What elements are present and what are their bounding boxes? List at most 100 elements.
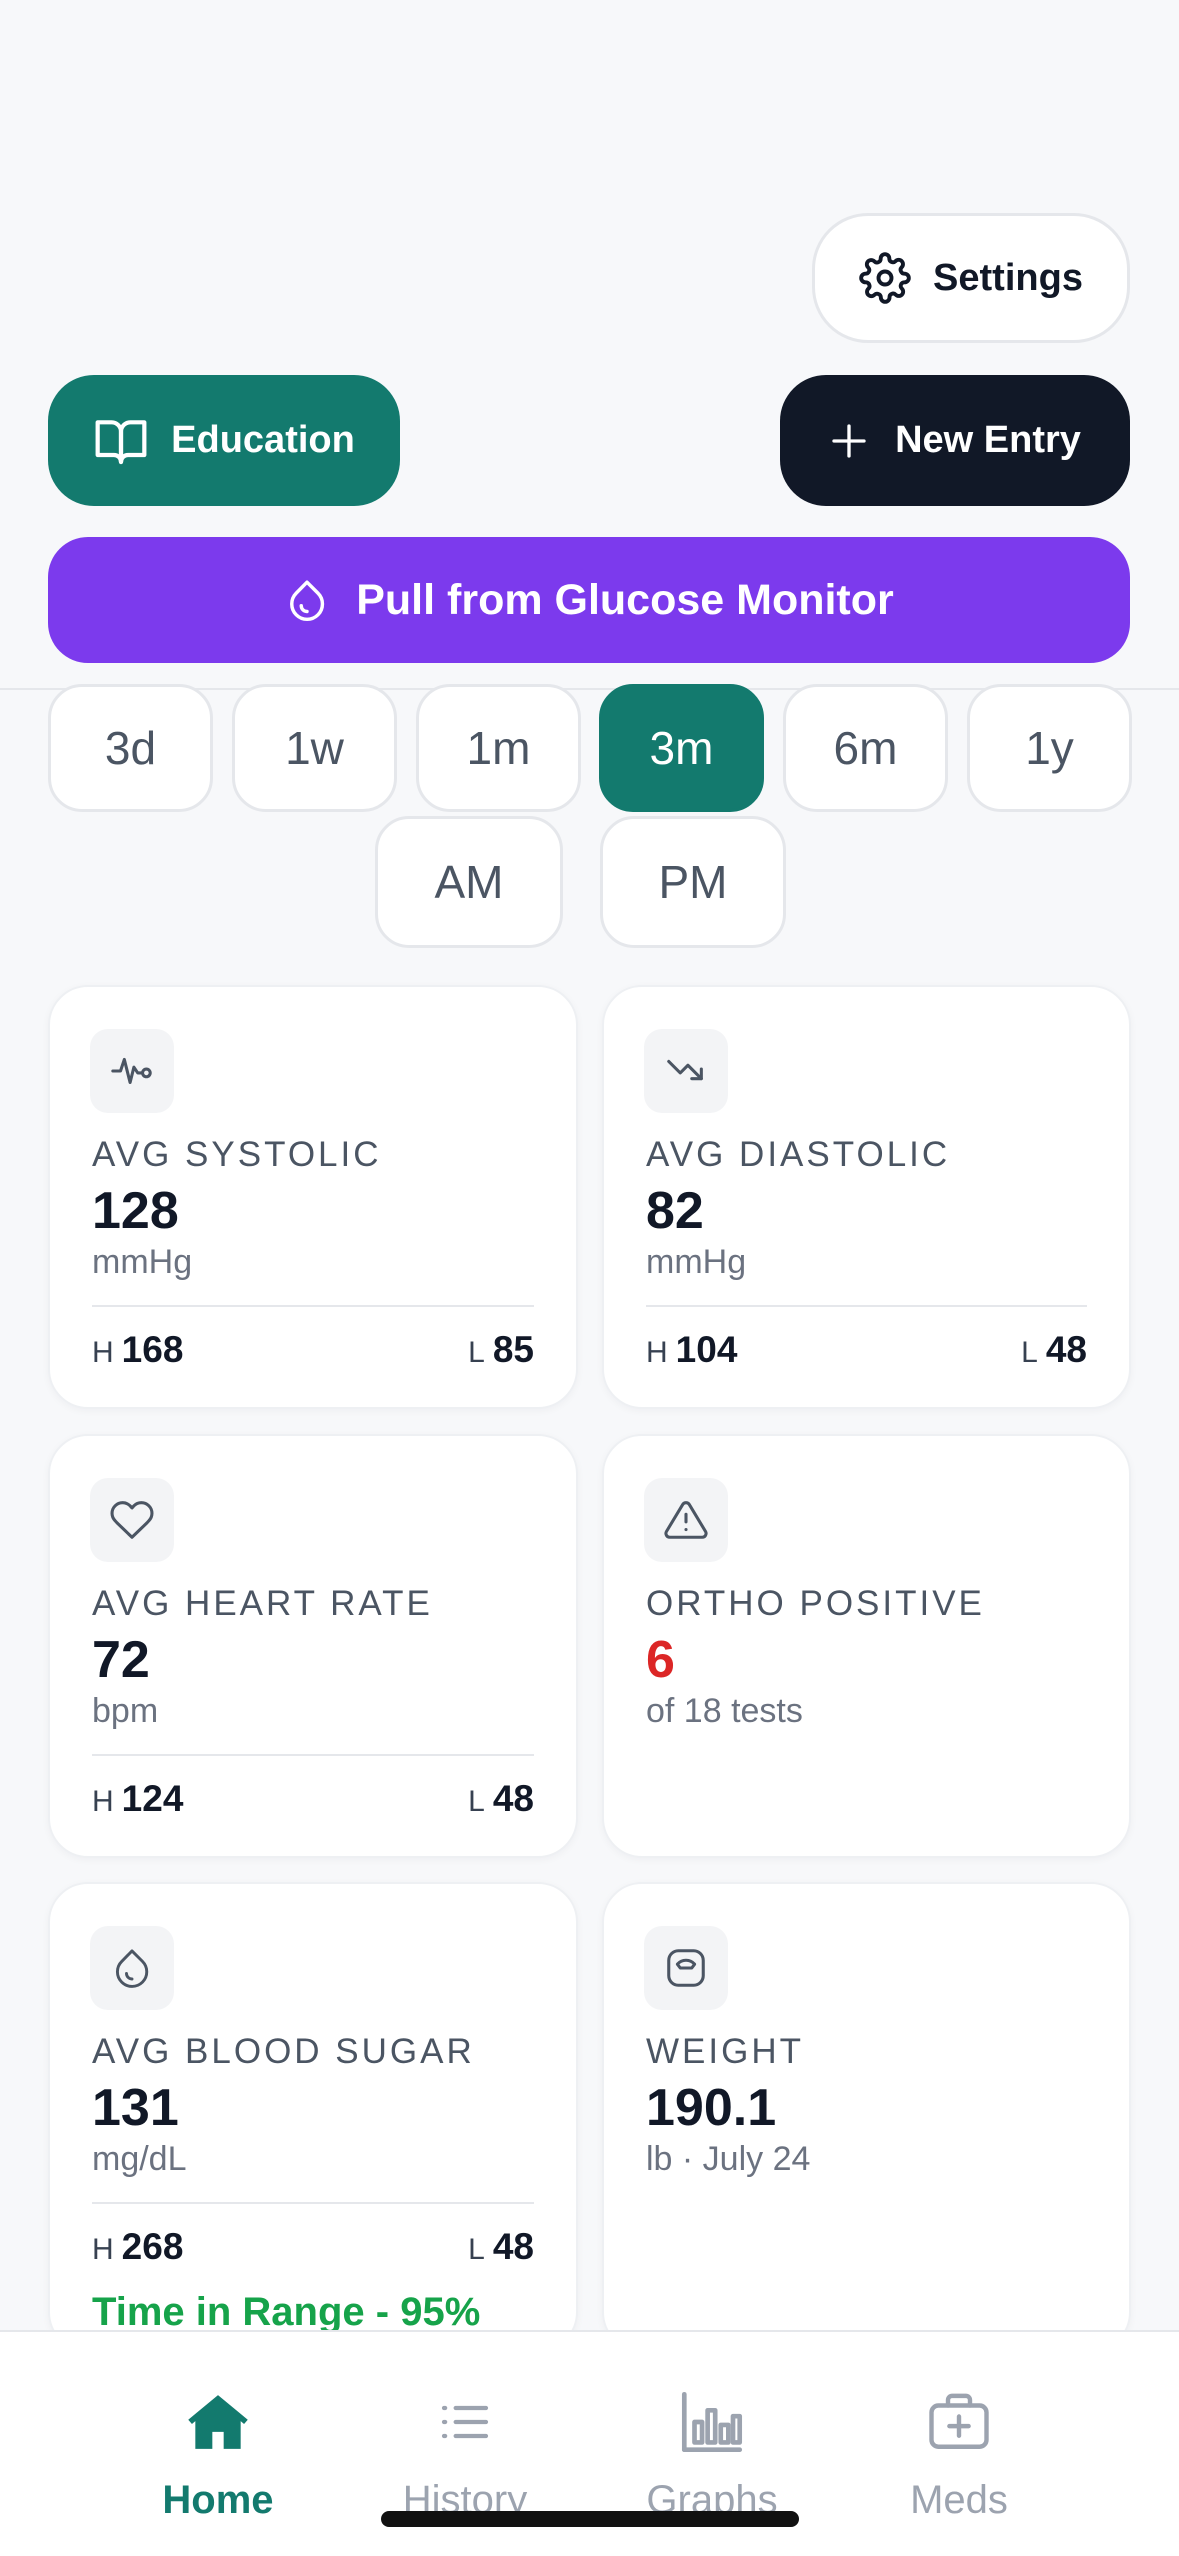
- range-chip-6m[interactable]: 6m: [783, 684, 948, 812]
- high-value: 104: [675, 1329, 738, 1370]
- new-entry-button[interactable]: New Entry: [780, 375, 1130, 506]
- card-label: AVG HEART RATE: [92, 1584, 433, 1623]
- pull-glucose-label: Pull from Glucose Monitor: [356, 575, 894, 624]
- icon-box: [644, 1926, 728, 2010]
- card-low: L 85: [468, 1329, 534, 1371]
- card-value: 131: [92, 2079, 179, 2137]
- range-chip-3d[interactable]: 3d: [48, 684, 213, 812]
- pull-glucose-button[interactable]: Pull from Glucose Monitor: [48, 537, 1130, 663]
- activity-icon: [111, 1057, 152, 1085]
- low-value: 48: [1045, 1329, 1087, 1370]
- card-high: H 104: [646, 1329, 737, 1371]
- low-key: L: [468, 1785, 485, 1818]
- stat-card-diastolic[interactable]: AVG DIASTOLIC 82 mmHg H 104 L 48: [602, 985, 1131, 1409]
- range-chip-3m[interactable]: 3m: [599, 684, 764, 812]
- range-chip-label: 1m: [466, 722, 531, 774]
- stat-card-weight[interactable]: WEIGHT 190.1 lb · July 24: [602, 1882, 1131, 2352]
- stat-card-ortho-positive[interactable]: ORTHO POSITIVE 6 of 18 tests: [602, 1434, 1131, 1858]
- high-key: H: [92, 2233, 114, 2266]
- list-icon: [441, 2405, 489, 2439]
- card-unit: lb · July 24: [646, 2140, 811, 2178]
- tab-label: Home: [162, 2478, 274, 2522]
- card-value: 82: [646, 1182, 704, 1240]
- card-value: 190.1: [646, 2079, 777, 2137]
- icon-box: [90, 1029, 174, 1113]
- stat-card-heart-rate[interactable]: AVG HEART RATE 72 bpm H 124 L 48: [48, 1434, 578, 1858]
- card-label: WEIGHT: [646, 2032, 804, 2071]
- high-value: 268: [121, 2226, 184, 2267]
- bar-chart-icon: [681, 2391, 743, 2453]
- range-chip-label: 1w: [285, 722, 344, 774]
- icon-box: [644, 1029, 728, 1113]
- card-unit: of 18 tests: [646, 1692, 803, 1730]
- stat-card-blood-sugar[interactable]: AVG BLOOD SUGAR 131 mg/dL H 268 L 48 Time …: [48, 1882, 578, 2352]
- education-label: Education: [171, 419, 355, 461]
- card-divider: [92, 1305, 534, 1307]
- high-key: H: [92, 1785, 114, 1818]
- low-value: 48: [492, 2226, 534, 2267]
- low-key: L: [468, 2233, 485, 2266]
- period-chip-label: AM: [434, 856, 504, 908]
- card-low: L 48: [468, 2226, 534, 2268]
- range-chip-label: 1y: [1025, 722, 1074, 774]
- high-value: 124: [121, 1778, 184, 1819]
- time-in-range: Time in Range - 95%: [92, 2290, 481, 2334]
- scale-icon: [667, 1949, 705, 1987]
- card-unit: mmHg: [646, 1243, 747, 1281]
- tab-home[interactable]: Home: [98, 2332, 338, 2556]
- card-high: H 168: [92, 1329, 183, 1371]
- range-chip-label: 3m: [649, 722, 714, 774]
- card-high: H 268: [92, 2226, 183, 2268]
- icon-box: [90, 1478, 174, 1562]
- period-chip-pm[interactable]: PM: [600, 816, 786, 948]
- trending-down-icon: [667, 1059, 703, 1081]
- period-chip-am[interactable]: AM: [375, 816, 563, 948]
- card-value: 72: [92, 1631, 150, 1689]
- low-value: 48: [492, 1778, 534, 1819]
- card-divider: [92, 1754, 534, 1756]
- range-chip-1w[interactable]: 1w: [232, 684, 397, 812]
- icon-box: [644, 1478, 728, 1562]
- education-button[interactable]: Education: [48, 375, 400, 506]
- range-chip-1y[interactable]: 1y: [967, 684, 1132, 812]
- warning-icon: [664, 1501, 708, 1539]
- stat-card-systolic[interactable]: AVG SYSTOLIC 128 mmHg H 168 L 85: [48, 985, 578, 1409]
- card-unit: mmHg: [92, 1243, 193, 1281]
- range-chip-label: 3d: [104, 722, 157, 774]
- tab-meds[interactable]: Meds: [839, 2332, 1079, 2556]
- card-label: AVG SYSTOLIC: [92, 1135, 382, 1174]
- card-low: L 48: [468, 1778, 534, 1820]
- low-value: 85: [492, 1329, 534, 1370]
- new-entry-label: New Entry: [895, 419, 1081, 461]
- settings-button[interactable]: Settings: [812, 213, 1130, 343]
- plus-icon: [832, 423, 866, 458]
- low-key: L: [468, 1336, 485, 1369]
- home-icon: [188, 2395, 248, 2449]
- droplet-icon: [115, 1949, 149, 1988]
- card-divider: [92, 2202, 534, 2204]
- card-low: L 48: [1021, 1329, 1087, 1371]
- card-label: AVG BLOOD SUGAR: [92, 2032, 475, 2071]
- icon-box: [90, 1926, 174, 2010]
- low-key: L: [1021, 1336, 1038, 1369]
- card-value: 128: [92, 1182, 179, 1240]
- period-chip-label: PM: [658, 856, 728, 908]
- tab-label: Meds: [910, 2478, 1008, 2522]
- card-label: AVG DIASTOLIC: [646, 1135, 951, 1174]
- card-label: ORTHO POSITIVE: [646, 1584, 985, 1623]
- card-unit: bpm: [92, 1692, 159, 1730]
- book-icon: [95, 419, 147, 464]
- medkit-icon: [929, 2393, 989, 2449]
- settings-label: Settings: [933, 256, 1083, 299]
- home-indicator: [381, 2511, 799, 2527]
- card-high: H 124: [92, 1778, 183, 1820]
- high-key: H: [646, 1336, 668, 1369]
- droplet-icon: [290, 580, 325, 621]
- card-value: 6: [646, 1631, 675, 1689]
- range-chip-1m[interactable]: 1m: [416, 684, 581, 812]
- high-key: H: [92, 1336, 114, 1369]
- gear-icon: [859, 252, 911, 304]
- range-chip-label: 6m: [833, 722, 898, 774]
- card-unit: mg/dL: [92, 2140, 187, 2178]
- heart-icon: [110, 1501, 154, 1539]
